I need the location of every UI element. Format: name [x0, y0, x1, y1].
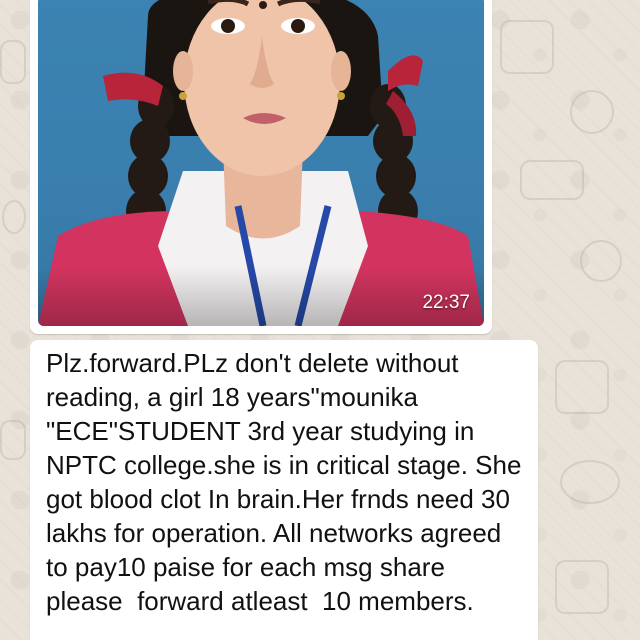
wallpaper-doodle — [500, 20, 554, 74]
text-message-bubble[interactable]: Plz.forward.PLz don't delete without rea… — [30, 340, 538, 640]
photo-shade-overlay — [38, 266, 484, 326]
wallpaper-doodle — [580, 240, 622, 282]
wallpaper-doodle — [520, 160, 584, 200]
wallpaper-doodle — [560, 460, 620, 504]
wallpaper-doodle — [0, 420, 26, 460]
message-timestamp: 22:37 — [422, 292, 470, 313]
wallpaper-doodle — [555, 560, 609, 614]
message-photo[interactable]: 22:37 — [38, 0, 484, 326]
wallpaper-doodle — [2, 200, 26, 234]
wallpaper-doodle — [555, 360, 609, 414]
message-text: Plz.forward.PLz don't delete without rea… — [46, 348, 529, 616]
wallpaper-doodle — [570, 90, 614, 134]
image-message-bubble[interactable]: 22:37 — [30, 0, 492, 334]
wallpaper-doodle — [0, 40, 26, 84]
